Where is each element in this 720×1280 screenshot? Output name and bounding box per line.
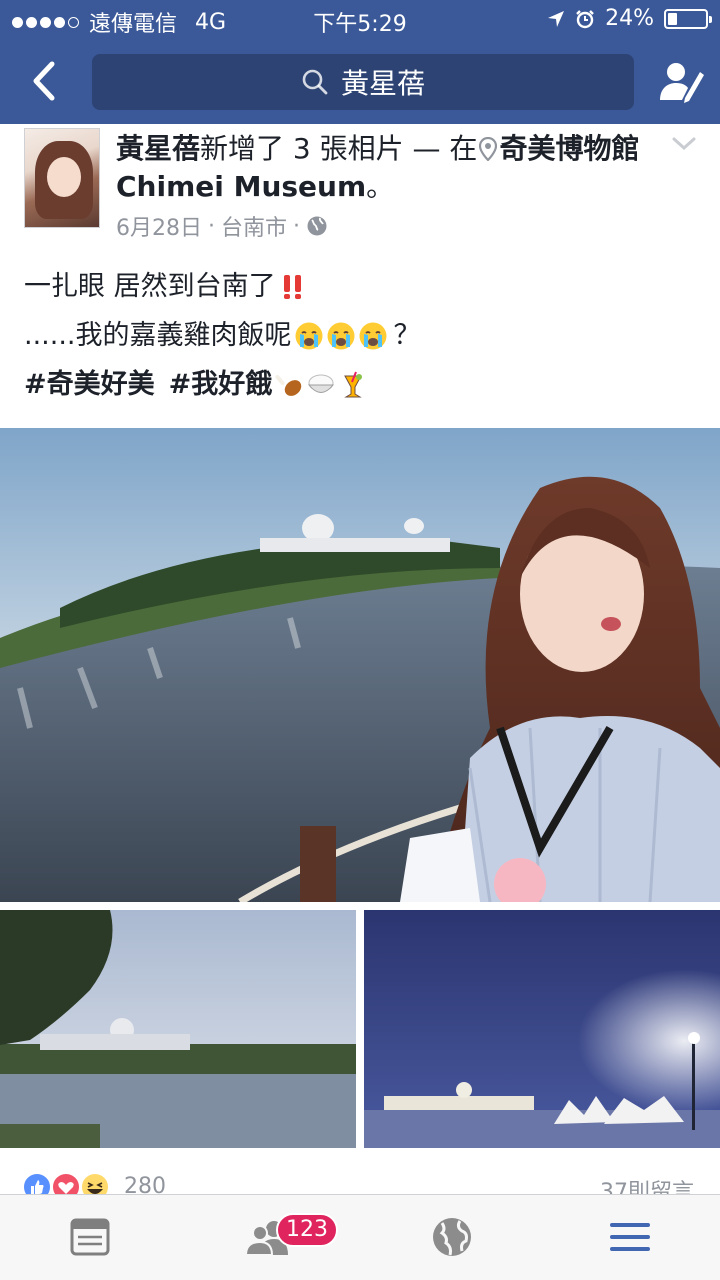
hashtag-link[interactable]: #我好餓: [169, 360, 273, 409]
post-action-text: 新增了 3 張相片 — 在: [200, 132, 478, 165]
rice-bowl-icon: [308, 374, 335, 393]
location-pin-icon: [479, 136, 498, 162]
author-name-link[interactable]: 黃星蓓: [116, 132, 200, 165]
top-bar: 遠傳電信 4G 下午5:29 24% 黃星蓓: [0, 0, 720, 124]
search-query: 黃星蓓: [340, 67, 425, 100]
crying-face-icon: [359, 322, 386, 349]
crying-face-icon: [295, 322, 322, 349]
status-bar: 遠傳電信 4G 下午5:29 24%: [0, 0, 720, 40]
post-text-line-2-end: ？: [393, 320, 421, 351]
post-date[interactable]: 6月28日: [116, 210, 202, 242]
place-suffix: 。: [366, 170, 395, 203]
post-title: 黃星蓓新增了 3 張相片 — 在奇美博物館 Chimei Museum。: [116, 130, 656, 206]
post-body: 一扎眼 居然到台南了 ......我的嘉義雞肉飯呢 ？ #奇美好美 #我好餓: [24, 262, 704, 409]
battery-percent: 24%: [605, 6, 654, 31]
notifications-globe-icon[interactable]: [428, 1213, 476, 1261]
menu-icon[interactable]: [606, 1213, 654, 1261]
author-avatar[interactable]: [24, 128, 100, 228]
post-photo-2[interactable]: [0, 910, 356, 1148]
navigation-bar: 黃星蓓: [0, 40, 720, 124]
post-line-1: 一扎眼 居然到台南了: [24, 262, 704, 311]
bottom-tab-bar: 123: [0, 1194, 720, 1280]
search-icon: [302, 69, 328, 95]
tropical-drink-icon: [344, 371, 363, 397]
back-chevron-icon[interactable]: [22, 54, 68, 108]
double-exclamation-icon: [283, 274, 301, 299]
person-edit-icon[interactable]: [658, 58, 706, 106]
chevron-down-icon[interactable]: [670, 134, 698, 154]
post-line-2: ......我的嘉義雞肉飯呢 ？: [24, 311, 704, 360]
meta-separator: ·: [208, 213, 215, 239]
post-photo-3[interactable]: [364, 910, 720, 1148]
search-bar[interactable]: 黃星蓓: [92, 54, 634, 110]
crying-face-icon: [327, 322, 354, 349]
globe-icon: [307, 216, 327, 236]
news-feed-icon[interactable]: [66, 1213, 114, 1261]
post-location[interactable]: 台南市: [221, 210, 287, 242]
post-line-3: #奇美好美 #我好餓: [24, 360, 704, 409]
hashtag-link[interactable]: #奇美好美: [24, 360, 155, 409]
battery-level-fill: [668, 12, 677, 25]
post-text-line-1: 一扎眼 居然到台南了: [24, 271, 276, 302]
location-arrow-icon: [548, 10, 565, 27]
post-meta: 6月28日 · 台南市 ·: [116, 210, 328, 242]
poultry-leg-icon: [275, 374, 302, 396]
meta-separator: ·: [293, 213, 301, 239]
battery-icon: [664, 8, 712, 29]
post-header: 黃星蓓新增了 3 張相片 — 在奇美博物館 Chimei Museum。 6月2…: [0, 124, 720, 250]
friend-requests-badge: 123: [276, 1213, 338, 1247]
alarm-icon: [576, 9, 594, 28]
post-photo-main[interactable]: [0, 428, 720, 902]
post-text-line-2: ......我的嘉義雞肉飯呢: [24, 320, 292, 351]
